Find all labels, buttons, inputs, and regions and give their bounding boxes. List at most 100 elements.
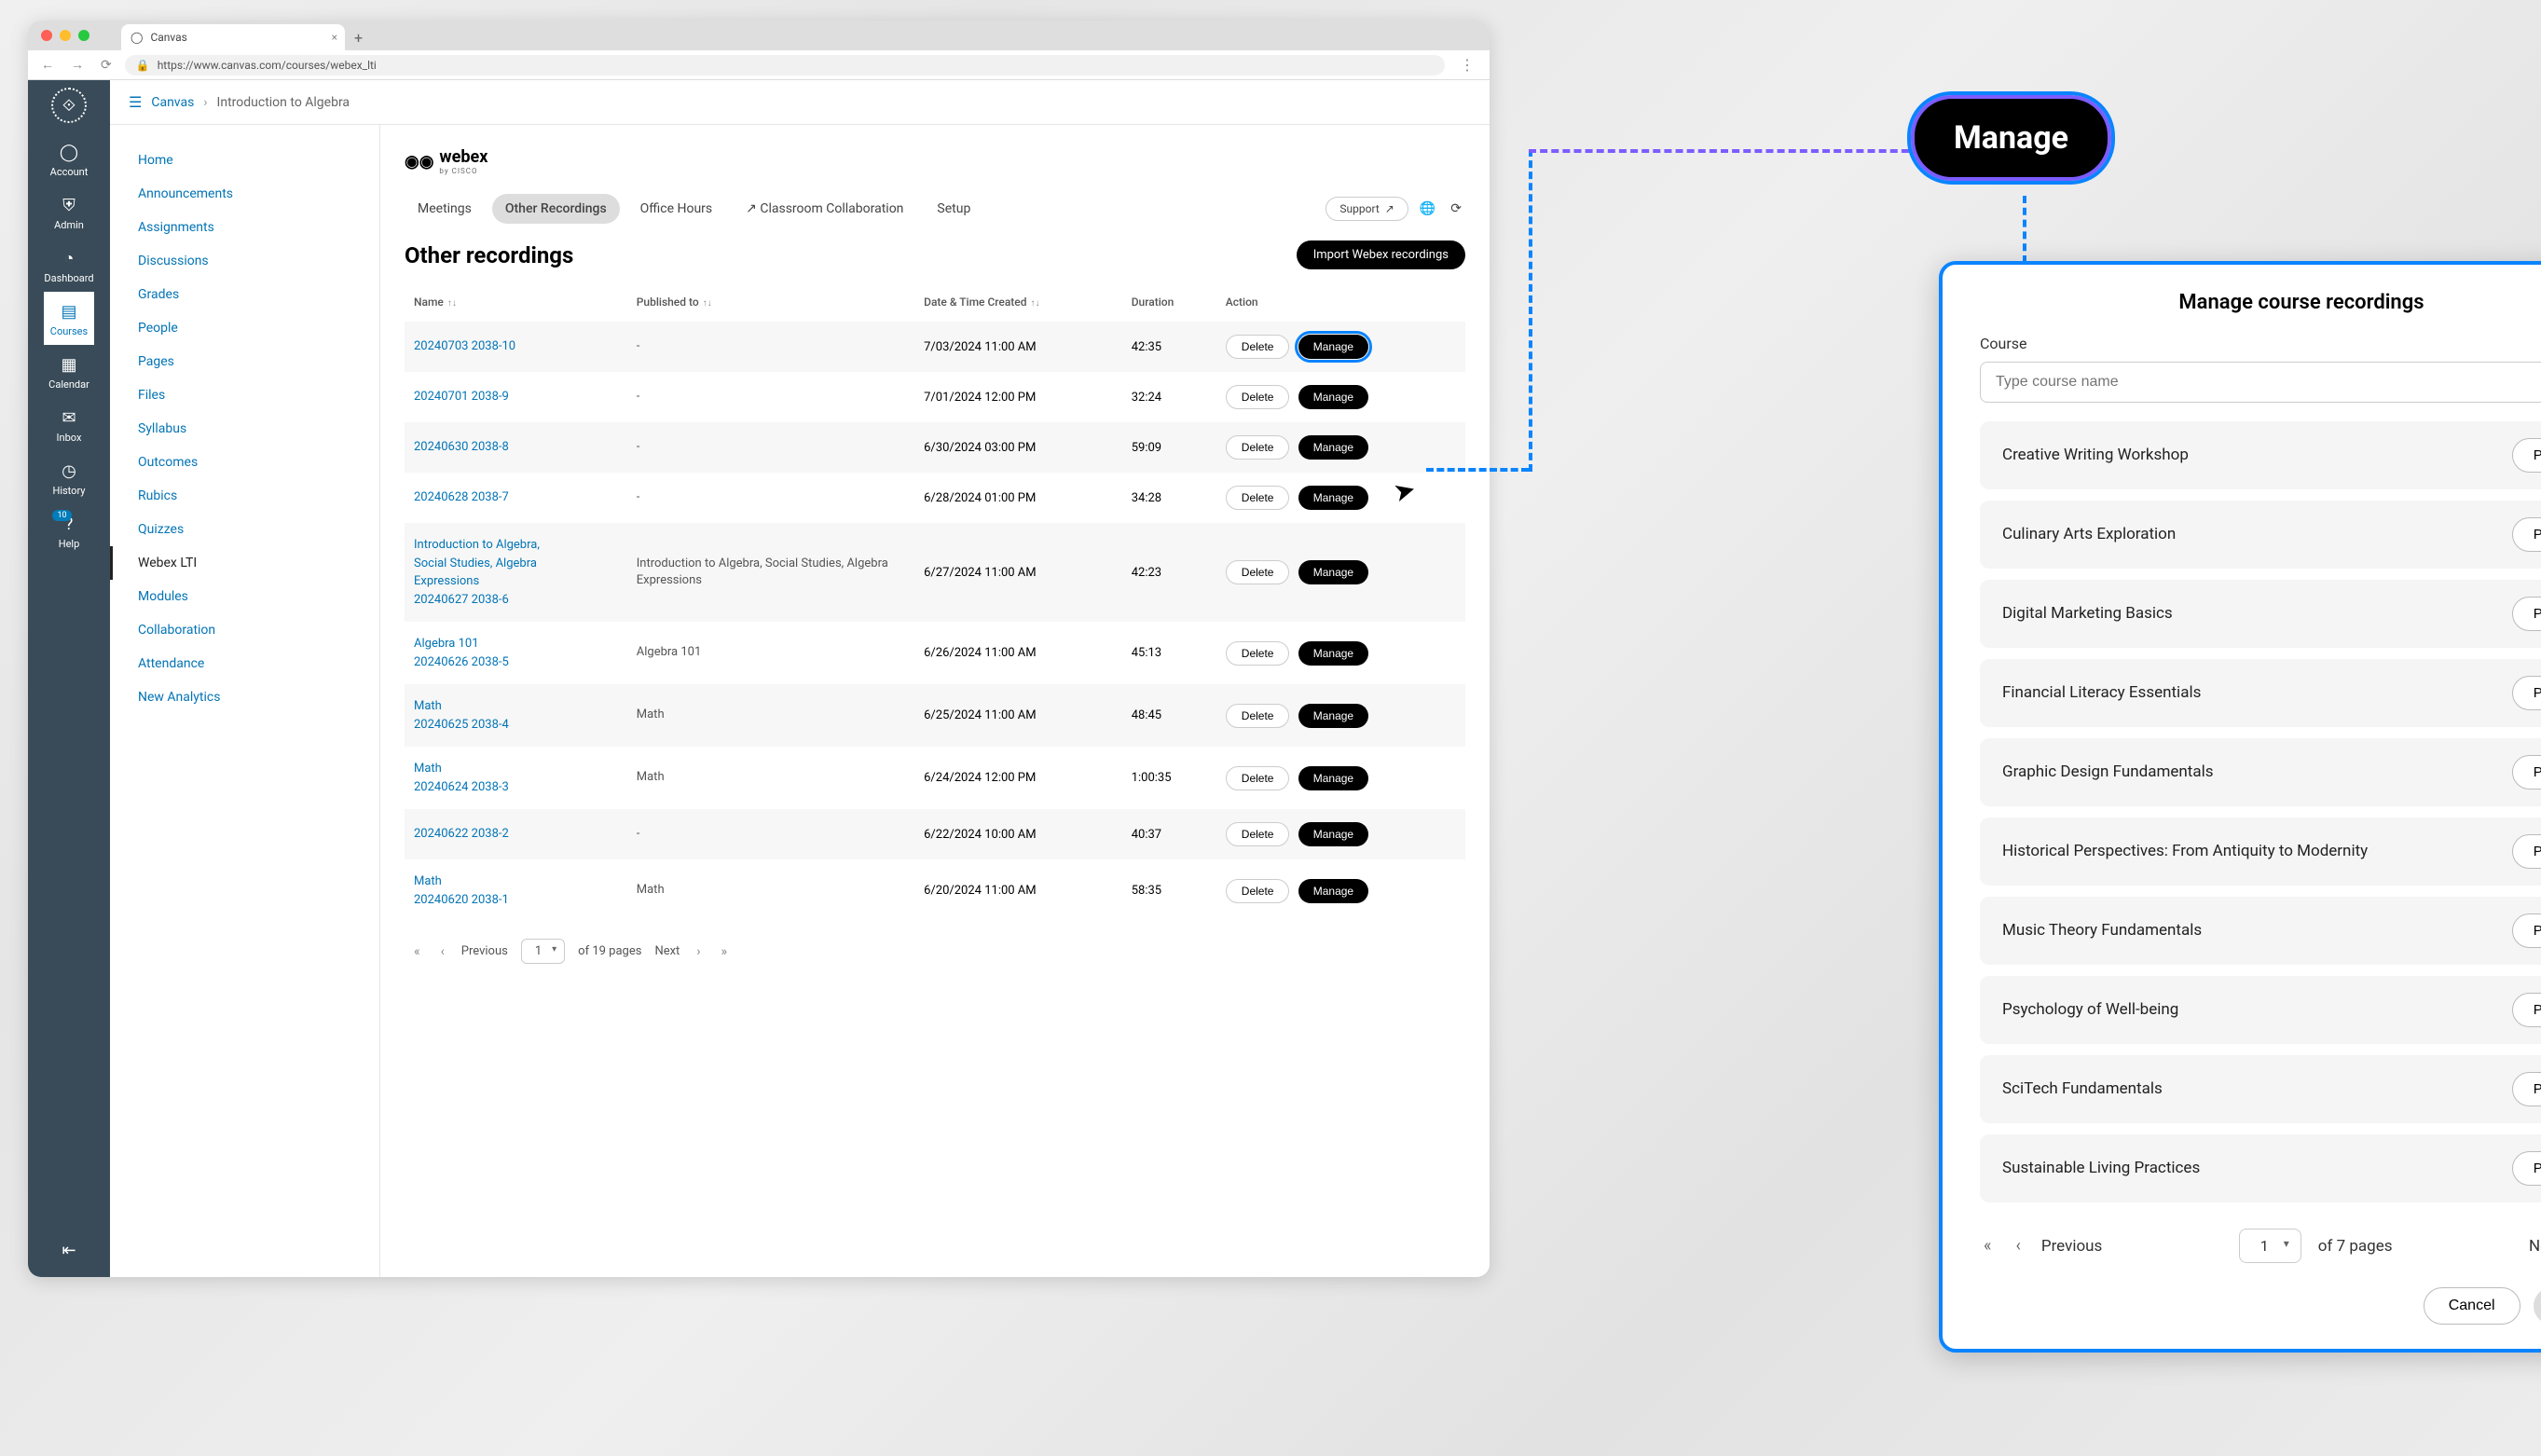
chevron-right-icon[interactable]: › — [693, 944, 704, 959]
sort-icon[interactable]: ↑↓ — [447, 298, 457, 309]
course-nav-files[interactable]: Files — [110, 378, 379, 412]
recording-name-link[interactable]: 20240628 2038-7 — [414, 488, 618, 507]
reload-icon[interactable]: ⟳ — [97, 58, 116, 73]
delete-button[interactable]: Delete — [1226, 879, 1290, 903]
recording-name-link[interactable]: 20240625 2038-4 — [414, 716, 618, 735]
recording-name-link[interactable]: Math — [414, 760, 618, 778]
course-nav-outcomes[interactable]: Outcomes — [110, 446, 379, 479]
chevron-left-icon[interactable]: ‹ — [437, 944, 448, 959]
course-nav-collaboration[interactable]: Collaboration — [110, 613, 379, 647]
forward-icon[interactable]: → — [67, 57, 88, 73]
recording-name-link[interactable]: 20240703 2038-10 — [414, 337, 618, 356]
course-nav-grades[interactable]: Grades — [110, 278, 379, 311]
recording-name-link[interactable]: Social Studies, Algebra — [414, 555, 618, 573]
recording-name-link[interactable]: 20240622 2038-2 — [414, 825, 618, 844]
recording-name-link[interactable]: 20240630 2038-8 — [414, 438, 618, 457]
recording-name-link[interactable]: 20240626 2038-5 — [414, 653, 618, 672]
recording-name-link[interactable]: Expressions — [414, 572, 618, 591]
previous-label[interactable]: Previous — [2041, 1237, 2102, 1256]
publish-button[interactable]: Publish — [2512, 438, 2541, 473]
gnav-item-admin[interactable]: ⛨Admin — [44, 185, 93, 239]
next-label[interactable]: Next — [2529, 1237, 2541, 1256]
page-select[interactable]: 1 — [521, 939, 565, 964]
publish-button[interactable]: Publish — [2512, 913, 2541, 948]
manage-button[interactable]: Manage — [1298, 385, 1368, 409]
gnav-item-courses[interactable]: ▤Courses — [44, 292, 93, 345]
collapse-nav-icon[interactable]: ⇤ — [45, 1224, 92, 1277]
save-button[interactable]: Save — [2534, 1287, 2541, 1325]
next-label[interactable]: Next — [654, 944, 680, 958]
manage-button[interactable]: Manage — [1298, 704, 1368, 728]
support-button[interactable]: Support↗ — [1325, 197, 1408, 221]
sort-icon[interactable]: ↑↓ — [703, 298, 712, 309]
tool-tab-meetings[interactable]: Meetings — [405, 194, 485, 224]
gnav-item-help[interactable]: ?Help10 — [44, 504, 93, 557]
manage-button[interactable]: Manage — [1298, 560, 1368, 584]
course-nav-webex-lti[interactable]: Webex LTI — [110, 546, 379, 580]
gnav-item-history[interactable]: ◷History — [44, 451, 93, 504]
gnav-item-dashboard[interactable]: ◔Dashboard — [44, 239, 93, 292]
gnav-item-calendar[interactable]: ▦Calendar — [44, 345, 93, 398]
canvas-logo-icon[interactable]: ⟐ — [51, 88, 87, 123]
publish-button[interactable]: Publish — [2512, 517, 2541, 552]
hamburger-icon[interactable]: ☰ — [129, 93, 142, 111]
delete-button[interactable]: Delete — [1226, 704, 1290, 728]
recording-name-link[interactable]: Math — [414, 872, 618, 891]
course-nav-modules[interactable]: Modules — [110, 580, 379, 613]
course-search-input[interactable] — [1980, 362, 2541, 403]
course-nav-rubics[interactable]: Rubics — [110, 479, 379, 513]
manage-button[interactable]: Manage — [1298, 335, 1368, 359]
publish-button[interactable]: Publish — [2512, 993, 2541, 1027]
maximize-window-icon[interactable] — [78, 30, 89, 41]
delete-button[interactable]: Delete — [1226, 641, 1290, 666]
recording-name-link[interactable]: Introduction to Algebra, — [414, 536, 618, 555]
recording-name-link[interactable]: 20240624 2038-3 — [414, 778, 618, 797]
delete-button[interactable]: Delete — [1226, 560, 1290, 584]
delete-button[interactable]: Delete — [1226, 822, 1290, 846]
publish-button[interactable]: Publish — [2512, 597, 2541, 631]
globe-icon[interactable]: 🌐 — [1416, 201, 1439, 216]
close-window-icon[interactable] — [41, 30, 52, 41]
tool-tab-office-hours[interactable]: Office Hours — [627, 194, 725, 224]
browser-menu-icon[interactable]: ⋮ — [1454, 56, 1480, 74]
chevron-left-icon[interactable]: ‹ — [2012, 1236, 2024, 1256]
cancel-button[interactable]: Cancel — [2424, 1287, 2520, 1325]
publish-button[interactable]: Publish — [2512, 834, 2541, 869]
course-nav-quizzes[interactable]: Quizzes — [110, 513, 379, 546]
course-nav-syllabus[interactable]: Syllabus — [110, 412, 379, 446]
manage-button[interactable]: Manage — [1298, 435, 1368, 460]
recording-name-link[interactable]: 20240627 2038-6 — [414, 591, 618, 610]
close-tab-icon[interactable]: × — [332, 31, 337, 44]
course-nav-announcements[interactable]: Announcements — [110, 177, 379, 211]
recording-name-link[interactable]: 20240701 2038-9 — [414, 388, 618, 406]
import-recordings-button[interactable]: Import Webex recordings — [1297, 240, 1465, 269]
page-select[interactable]: 1 — [2239, 1229, 2301, 1263]
breadcrumb-home[interactable]: Canvas — [151, 95, 194, 110]
course-nav-people[interactable]: People — [110, 311, 379, 345]
recording-name-link[interactable]: 20240620 2038-1 — [414, 891, 618, 910]
tool-tab-other-recordings[interactable]: Other Recordings — [492, 194, 620, 224]
course-nav-new-analytics[interactable]: New Analytics — [110, 680, 379, 714]
new-tab-button[interactable]: + — [354, 29, 363, 47]
recording-name-link[interactable]: Math — [414, 697, 618, 716]
manage-button[interactable]: Manage — [1298, 486, 1368, 510]
minimize-window-icon[interactable] — [60, 30, 71, 41]
publish-button[interactable]: Publish — [2512, 1072, 2541, 1106]
publish-button[interactable]: Publish — [2512, 755, 2541, 790]
tool-tab-setup[interactable]: Setup — [924, 194, 983, 224]
url-input[interactable]: 🔒 https://www.canvas.com/courses/webex_l… — [125, 55, 1445, 76]
course-nav-assignments[interactable]: Assignments — [110, 211, 379, 244]
refresh-icon[interactable]: ⟳ — [1447, 201, 1465, 216]
delete-button[interactable]: Delete — [1226, 335, 1290, 359]
first-page-icon[interactable]: « — [1980, 1236, 1995, 1256]
delete-button[interactable]: Delete — [1226, 435, 1290, 460]
publish-button[interactable]: Publish — [2512, 1151, 2541, 1186]
delete-button[interactable]: Delete — [1226, 766, 1290, 790]
course-nav-attendance[interactable]: Attendance — [110, 647, 379, 680]
sort-icon[interactable]: ↑↓ — [1031, 298, 1040, 309]
last-page-icon[interactable]: » — [718, 944, 732, 959]
gnav-item-inbox[interactable]: ✉Inbox — [44, 398, 93, 451]
course-nav-discussions[interactable]: Discussions — [110, 244, 379, 278]
gnav-item-account[interactable]: ◯Account — [44, 132, 93, 185]
manage-button[interactable]: Manage — [1298, 822, 1368, 846]
